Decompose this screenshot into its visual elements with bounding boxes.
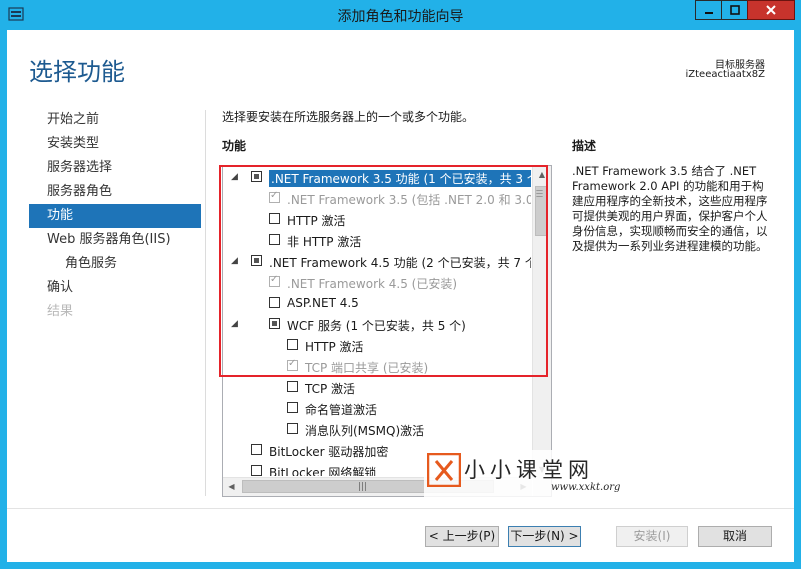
watermark-url: www.xxkt.org [551, 482, 621, 493]
feature-checkbox[interactable] [251, 255, 262, 266]
feature-checkbox[interactable] [287, 402, 298, 413]
close-icon [766, 5, 776, 15]
instruction-text: 选择要安装在所选服务器上的一个或多个功能。 [222, 110, 475, 124]
feature-checkbox[interactable] [251, 444, 262, 455]
vertical-scrollbar[interactable]: ▲ ——— ▼ [532, 166, 551, 478]
tree-row[interactable]: .NET Framework 3.5 (包括 .NET 2.0 和 3.0) (… [223, 188, 531, 209]
tree-row[interactable]: HTTP 激活 [223, 209, 531, 230]
feature-checkbox [269, 274, 280, 287]
target-server-name: iZteeactiaatx8Z [685, 69, 766, 80]
expand-arrow-icon[interactable]: ◢ [231, 172, 241, 182]
tree-row[interactable]: 命名管道激活 [223, 398, 531, 419]
expand-arrow-icon[interactable]: ◢ [231, 319, 241, 329]
feature-checkbox[interactable] [251, 171, 262, 182]
feature-checkbox [287, 358, 298, 371]
feature-checkbox[interactable] [287, 423, 298, 434]
nav-divider [205, 110, 206, 496]
maximize-button[interactable] [721, 0, 748, 20]
title-bar[interactable]: 添加角色和功能向导 [0, 0, 801, 30]
maximize-icon [729, 5, 740, 15]
features-tree-rows: ◢ .NET Framework 3.5 功能 (1 个已安装，共 3 个) .NE… [223, 166, 531, 476]
page-title: 选择功能 [29, 58, 125, 86]
feature-checkbox[interactable] [287, 381, 298, 392]
description-header: 描述 [572, 139, 597, 153]
feature-label: .NET Framework 3.5 功能 (1 个已安装，共 3 个) [269, 170, 531, 187]
watermark-logo [427, 453, 461, 487]
nav-item-before-you-begin[interactable]: 开始之前 [29, 108, 201, 132]
nav-item-features[interactable]: 功能 [29, 204, 201, 228]
feature-checkbox[interactable] [251, 465, 262, 476]
previous-button[interactable]: < 上一步(P) [425, 526, 499, 547]
tree-row[interactable]: TCP 端口共享 (已安装) [223, 356, 531, 377]
tree-row[interactable]: ASP.NET 4.5 [223, 293, 531, 314]
nav-item-role-services[interactable]: 角色服务 [29, 252, 201, 276]
nav-item-confirmation[interactable]: 确认 [29, 276, 201, 300]
feature-label: TCP 端口共享 (已安装) [305, 361, 429, 375]
feature-checkbox[interactable] [269, 297, 280, 308]
nav-item-server-roles[interactable]: 服务器角色 [29, 180, 201, 204]
wizard-client-area: 选择功能 目标服务器 iZteeactiaatx8Z 开始之前 安装类型 服务器… [7, 30, 794, 562]
grip-icon: ||| [358, 482, 368, 492]
expand-arrow-icon[interactable]: ◢ [231, 256, 241, 266]
feature-label: 命名管道激活 [305, 403, 378, 417]
feature-checkbox[interactable] [287, 339, 298, 350]
tree-row[interactable]: ◢ .NET Framework 3.5 功能 (1 个已安装，共 3 个) [223, 167, 531, 188]
tree-row[interactable]: HTTP 激活 [223, 335, 531, 356]
minimize-button[interactable] [695, 0, 722, 20]
feature-label: .NET Framework 4.5 (已安装) [287, 277, 458, 291]
cancel-button[interactable]: 取消 [698, 526, 772, 547]
feature-label: .NET Framework 4.5 功能 (2 个已安装，共 7 个) [269, 256, 531, 270]
scroll-up-arrow-icon[interactable]: ▲ [533, 166, 551, 183]
scroll-left-arrow-icon[interactable]: ◀ [223, 478, 240, 496]
feature-checkbox[interactable] [269, 234, 280, 245]
tree-row[interactable]: 非 HTTP 激活 [223, 230, 531, 251]
description-text: .NET Framework 3.5 结合了 .NET Framework 2.… [572, 164, 768, 253]
grip-icon: — — — [536, 186, 543, 200]
feature-checkbox [269, 190, 280, 203]
feature-label: WCF 服务 (1 个已安装，共 5 个) [287, 319, 466, 333]
minimize-icon [704, 12, 713, 14]
feature-label: BitLocker 驱动器加密 [269, 445, 389, 459]
feature-label: TCP 激活 [305, 382, 356, 396]
feature-label: ASP.NET 4.5 [287, 296, 359, 310]
feature-label: .NET Framework 3.5 (包括 .NET 2.0 和 3.0) (… [287, 193, 531, 207]
window-title: 添加角色和功能向导 [337, 9, 464, 25]
nav-item-web-server-role[interactable]: Web 服务器角色(IIS) [29, 228, 201, 252]
watermark-brand: 小小课堂网 [464, 458, 594, 482]
tree-row[interactable]: ◢ .NET Framework 4.5 功能 (2 个已安装，共 7 个) [223, 251, 531, 272]
install-button: 安装(I) [616, 526, 688, 547]
feature-label: 非 HTTP 激活 [287, 235, 362, 249]
feature-checkbox[interactable] [269, 213, 280, 224]
close-button[interactable] [747, 0, 795, 20]
watermark: 小小课堂网 www.xxkt.org [424, 450, 644, 498]
tree-row[interactable]: 消息队列(MSMQ)激活 [223, 419, 531, 440]
features-header: 功能 [222, 139, 247, 153]
next-button[interactable]: 下一步(N) > [508, 526, 581, 547]
wizard-window: 添加角色和功能向导 选择功能 目标服务器 iZteeactiaatx8Z 开始之… [0, 0, 801, 569]
nav-item-installation-type[interactable]: 安装类型 [29, 132, 201, 156]
wizard-nav: 开始之前 安装类型 服务器选择 服务器角色 功能 Web 服务器角色(IIS) … [29, 108, 201, 324]
tree-row[interactable]: ◢ WCF 服务 (1 个已安装，共 5 个) [223, 314, 531, 335]
feature-label: HTTP 激活 [305, 340, 364, 354]
tree-row[interactable]: TCP 激活 [223, 377, 531, 398]
footer-separator [7, 508, 794, 509]
feature-label: HTTP 激活 [287, 214, 346, 228]
nav-item-results: 结果 [47, 304, 74, 319]
feature-label: 消息队列(MSMQ)激活 [305, 424, 425, 438]
nav-item-server-selection[interactable]: 服务器选择 [29, 156, 201, 180]
feature-label: BitLocker 网络解锁 [269, 466, 377, 476]
feature-checkbox[interactable] [269, 318, 280, 329]
tree-row[interactable]: .NET Framework 4.5 (已安装) [223, 272, 531, 293]
features-tree[interactable]: ◢ .NET Framework 3.5 功能 (1 个已安装，共 3 个) .NE… [222, 165, 552, 497]
